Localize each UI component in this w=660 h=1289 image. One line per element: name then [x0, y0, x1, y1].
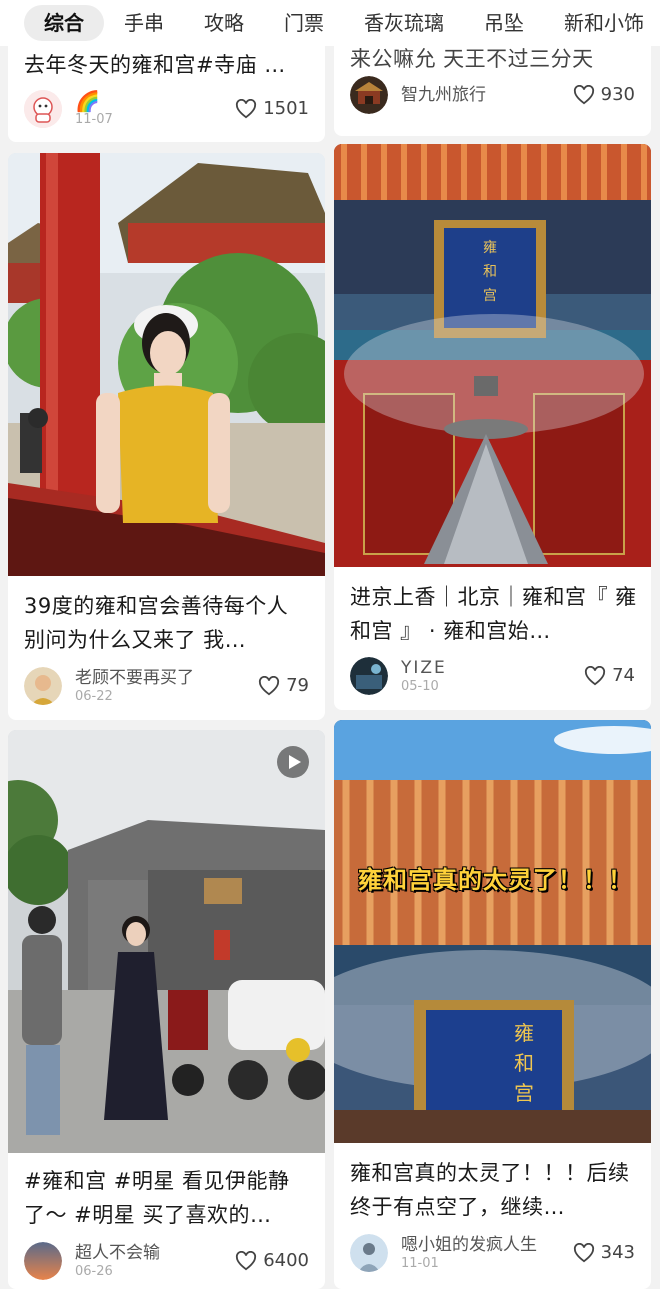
- svg-text:和: 和: [514, 1051, 534, 1075]
- like-button[interactable]: 74: [584, 665, 635, 686]
- tab-guide[interactable]: 攻略: [184, 5, 264, 41]
- tab-comprehensive[interactable]: 综合: [24, 5, 104, 41]
- author-name[interactable]: 🌈: [75, 90, 100, 112]
- note-title: 雍和宫真的太灵了！！！后续 终于有点空了，继续…: [350, 1161, 630, 1219]
- like-button[interactable]: 1501: [235, 98, 309, 119]
- svg-text:宫: 宫: [514, 1081, 534, 1105]
- heart-outline-icon: [585, 665, 606, 685]
- note-card[interactable]: 39度的雍和宫会善待每个人 别问为什么又来了 我… 老顾不要再买了 06-22 …: [8, 153, 325, 720]
- heart-outline-icon: [573, 1242, 594, 1262]
- like-count: 79: [286, 675, 309, 696]
- note-title: 来公嘛允 天王不过三分天: [350, 47, 594, 71]
- note-cover-image[interactable]: [8, 153, 325, 576]
- tab-bracelet[interactable]: 手串: [104, 5, 184, 41]
- note-card[interactable]: 雍 和 宫 进京上香｜北京｜雍和宫『 雍和宫 』 · 雍和宫始… YIZE 05…: [334, 144, 651, 710]
- like-button[interactable]: 6400: [235, 1250, 309, 1271]
- author-name[interactable]: 嗯小姐的发疯人生: [401, 1234, 537, 1256]
- like-count: 6400: [263, 1250, 309, 1271]
- note-cover-image[interactable]: 雍 和 宫: [334, 144, 651, 567]
- author-name[interactable]: YIZE: [401, 657, 447, 679]
- author-avatar[interactable]: [24, 667, 62, 705]
- post-date: 11-01: [401, 1256, 439, 1271]
- like-count: 1501: [263, 98, 309, 119]
- video-play-button[interactable]: [277, 746, 309, 778]
- tab-pendant[interactable]: 吊坠: [464, 5, 544, 41]
- note-title: 39度的雍和宫会善待每个人 别问为什么又来了 我…: [24, 594, 289, 652]
- author-avatar[interactable]: [350, 76, 388, 114]
- author-name[interactable]: 超人不会输: [75, 1242, 160, 1264]
- category-tab-bar: 综合 手串 攻略 门票 香灰琉璃 吊坠 新和小饰: [0, 0, 660, 46]
- note-card[interactable]: #雍和宫 #明星 看见伊能静了～ #明星 买了喜欢的… 超人不会输 06-26 …: [8, 730, 325, 1289]
- svg-text:雍: 雍: [514, 1021, 534, 1045]
- tab-tickets[interactable]: 门票: [264, 5, 344, 41]
- like-count: 343: [600, 1242, 635, 1263]
- post-date: 06-22: [75, 689, 113, 704]
- like-button[interactable]: 930: [573, 84, 635, 105]
- svg-text:宫: 宫: [483, 288, 497, 304]
- like-button[interactable]: 343: [573, 1242, 635, 1263]
- author-avatar[interactable]: [24, 1242, 62, 1280]
- author-avatar[interactable]: [350, 657, 388, 695]
- image-caption-overlay: 雍和宫真的太灵了！！！: [358, 866, 633, 894]
- like-count: 930: [600, 84, 635, 105]
- note-cover-image[interactable]: [8, 730, 325, 1153]
- note-title: 进京上香｜北京｜雍和宫『 雍和宫 』 · 雍和宫始…: [350, 585, 637, 643]
- temple-photo: [8, 153, 325, 576]
- temple-roof-photo: 雍 和 宫: [334, 720, 651, 1143]
- author-name[interactable]: 老顾不要再买了: [75, 667, 194, 689]
- like-button[interactable]: 79: [258, 675, 309, 696]
- author-avatar[interactable]: [350, 1234, 388, 1272]
- play-icon: [289, 755, 301, 769]
- tab-incense-glass[interactable]: 香灰琉璃: [344, 5, 464, 41]
- note-card[interactable]: 雍 和 宫 雍和宫真的太灵了！！！ 雍和宫真的太灵了！！！后续 终于有点空了，继…: [334, 720, 651, 1289]
- svg-text:雍: 雍: [483, 240, 497, 256]
- post-date: 05-10: [401, 679, 439, 694]
- heart-outline-icon: [573, 84, 594, 104]
- like-count: 74: [612, 665, 635, 686]
- tab-more[interactable]: 新和小饰: [544, 5, 660, 41]
- note-title: 去年冬天的雍和宫#寺庙 …: [24, 53, 286, 77]
- post-date: 06-26: [75, 1264, 113, 1279]
- svg-text:和: 和: [483, 264, 497, 280]
- temple-plaque-photo: 雍 和 宫: [334, 144, 651, 567]
- heart-outline-icon: [259, 675, 280, 695]
- post-date: 11-07: [75, 112, 113, 127]
- heart-outline-icon: [236, 98, 257, 118]
- author-name[interactable]: 智九州旅行: [401, 84, 486, 106]
- author-avatar[interactable]: [24, 90, 62, 128]
- street-photo: [8, 730, 325, 1153]
- note-title: #雍和宫 #明星 看见伊能静了～ #明星 买了喜欢的…: [24, 1169, 290, 1227]
- heart-outline-icon: [236, 1250, 257, 1270]
- note-cover-image[interactable]: 雍 和 宫 雍和宫真的太灵了！！！: [334, 720, 651, 1143]
